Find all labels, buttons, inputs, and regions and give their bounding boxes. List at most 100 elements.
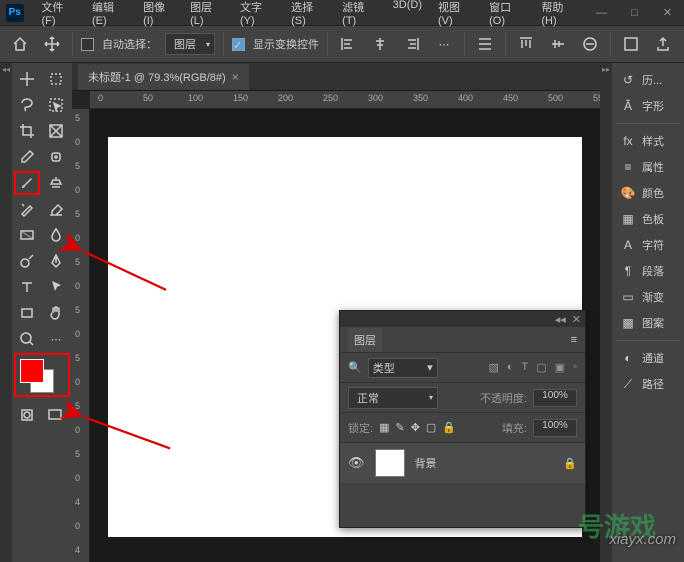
edit-toolbar[interactable]: ⋯	[43, 327, 69, 351]
panel-character[interactable]: A字符	[616, 234, 680, 256]
rectangle-tool[interactable]	[14, 301, 40, 325]
align-right-icon[interactable]	[400, 32, 424, 56]
menu-type[interactable]: 文字(Y)	[232, 0, 283, 31]
tab-close-icon[interactable]: ×	[232, 70, 239, 84]
panel-paragraph[interactable]: ¶段落	[616, 260, 680, 282]
align-middle-icon[interactable]	[546, 32, 570, 56]
filter-adjust-icon[interactable]: ◐	[507, 361, 514, 374]
minimize-button[interactable]: —	[585, 0, 618, 25]
share-icon[interactable]	[651, 32, 675, 56]
menu-select[interactable]: 选择(S)	[283, 0, 334, 31]
path-select-tool[interactable]	[43, 275, 69, 299]
panel-header[interactable]: ◂◂ ✕	[340, 311, 585, 327]
clone-stamp-tool[interactable]	[43, 171, 69, 195]
menu-filter[interactable]: 滤镜(T)	[334, 0, 384, 31]
lock-position-icon[interactable]: ✎	[395, 421, 404, 434]
hand-tool[interactable]	[43, 301, 69, 325]
3d-mode-icon[interactable]	[578, 32, 602, 56]
layer-lock-icon[interactable]: 🔒	[563, 457, 577, 470]
zoom-tool[interactable]	[14, 327, 40, 351]
blend-mode-dropdown[interactable]: 正常	[348, 387, 438, 409]
object-select-tool[interactable]	[43, 93, 69, 117]
layers-tab[interactable]: 图层	[348, 328, 382, 352]
color-swatches[interactable]	[14, 353, 70, 397]
auto-select-target[interactable]: 图层	[165, 33, 215, 55]
distribute-icon[interactable]	[473, 32, 497, 56]
panel-properties[interactable]: ≡属性	[616, 156, 680, 178]
layer-row[interactable]: 👁 背景 🔒	[340, 443, 585, 483]
filter-type-dropdown[interactable]: 类型▾	[368, 358, 438, 378]
lock-artboard-icon[interactable]: ▢	[426, 421, 436, 434]
pen-tool[interactable]	[43, 249, 69, 273]
panel-channels[interactable]: ◐通道	[616, 347, 680, 369]
menu-file[interactable]: 文件(F)	[34, 0, 84, 31]
blur-tool[interactable]	[43, 223, 69, 247]
panel-menu-icon[interactable]: ≡	[571, 334, 577, 346]
screen-mode-tool[interactable]	[42, 403, 68, 427]
auto-select-checkbox[interactable]	[81, 38, 94, 51]
history-brush-tool[interactable]	[14, 197, 40, 221]
move-tool[interactable]	[14, 67, 40, 91]
gradient-tool[interactable]	[14, 223, 40, 247]
collapse-icon[interactable]: ◂◂	[555, 313, 566, 326]
menu-help[interactable]: 帮助(H)	[533, 0, 585, 31]
ruler-horizontal[interactable]: 0501001502002503003504004505005506	[90, 91, 600, 109]
document-tab[interactable]: 未标题-1 @ 79.3%(RGB/8#) ×	[78, 64, 249, 90]
panel-glyphs[interactable]: Ã字形	[616, 95, 680, 117]
menu-3d[interactable]: 3D(D)	[385, 0, 430, 31]
panel-swatches[interactable]: ▦色板	[616, 208, 680, 230]
lasso-tool[interactable]	[14, 93, 40, 117]
type-tool[interactable]	[14, 275, 40, 299]
filter-shape-icon[interactable]: ▢	[536, 361, 546, 374]
visibility-icon[interactable]: 👁	[348, 455, 365, 471]
ruler-vertical[interactable]: 5050505050505050404	[72, 109, 90, 562]
panel-paths[interactable]: ⟋路径	[616, 373, 680, 395]
fill-input[interactable]: 100%	[533, 419, 577, 437]
crop-tool[interactable]	[14, 119, 40, 143]
frame-tool[interactable]	[43, 119, 69, 143]
more-align-icon[interactable]: ⋯	[432, 32, 456, 56]
align-left-icon[interactable]	[336, 32, 360, 56]
menu-view[interactable]: 视图(V)	[430, 0, 481, 31]
menu-image[interactable]: 图像(I)	[135, 0, 182, 31]
brush-tool[interactable]	[14, 171, 40, 195]
artboard-tool[interactable]	[43, 67, 69, 91]
home-icon[interactable]	[8, 32, 32, 56]
lock-pixels-icon[interactable]: ▦	[379, 421, 389, 434]
filter-type-icon[interactable]: T	[522, 361, 529, 374]
layer-thumbnail[interactable]	[375, 449, 405, 477]
close-button[interactable]: ✕	[651, 0, 684, 25]
eraser-tool[interactable]	[43, 197, 69, 221]
panel-color[interactable]: 🎨颜色	[616, 182, 680, 204]
filter-smart-icon[interactable]: ▣	[555, 361, 565, 374]
panel-patterns[interactable]: ▩图案	[616, 312, 680, 334]
panel-close-icon[interactable]: ✕	[572, 313, 581, 326]
search-icon[interactable]: 🔍	[348, 361, 362, 374]
maximize-button[interactable]: □	[618, 0, 651, 25]
right-collapse[interactable]: ▸▸	[600, 63, 612, 562]
move-tool-icon[interactable]	[40, 32, 64, 56]
filter-pixel-icon[interactable]: ▧	[488, 361, 498, 374]
eyedropper-tool[interactable]	[14, 145, 40, 169]
menu-window[interactable]: 窗口(O)	[481, 0, 533, 31]
toolbox-collapse[interactable]: ◂◂	[0, 63, 12, 562]
panel-gradients[interactable]: ▭渐变	[616, 286, 680, 308]
menu-layer[interactable]: 图层(L)	[182, 0, 232, 31]
quick-mask-tool[interactable]	[14, 403, 40, 427]
show-transform-checkbox[interactable]: ✓	[232, 38, 245, 51]
healing-tool[interactable]	[43, 145, 69, 169]
panel-styles[interactable]: fx样式	[616, 130, 680, 152]
menu-edit[interactable]: 编辑(E)	[84, 0, 135, 31]
foreground-color[interactable]	[20, 359, 44, 383]
align-center-icon[interactable]	[368, 32, 392, 56]
opacity-input[interactable]: 100%	[533, 389, 577, 407]
workspace-dropdown-icon[interactable]	[619, 32, 643, 56]
dodge-tool[interactable]	[14, 249, 40, 273]
layer-name[interactable]: 背景	[415, 455, 437, 471]
document-tabs: 未标题-1 @ 79.3%(RGB/8#) ×	[72, 63, 600, 91]
filter-toggle-icon[interactable]: ◦	[573, 361, 577, 374]
lock-move-icon[interactable]: ✥	[411, 421, 420, 434]
lock-all-icon[interactable]: 🔒	[442, 421, 456, 434]
align-top-icon[interactable]	[514, 32, 538, 56]
panel-history[interactable]: ↺历...	[616, 69, 680, 91]
